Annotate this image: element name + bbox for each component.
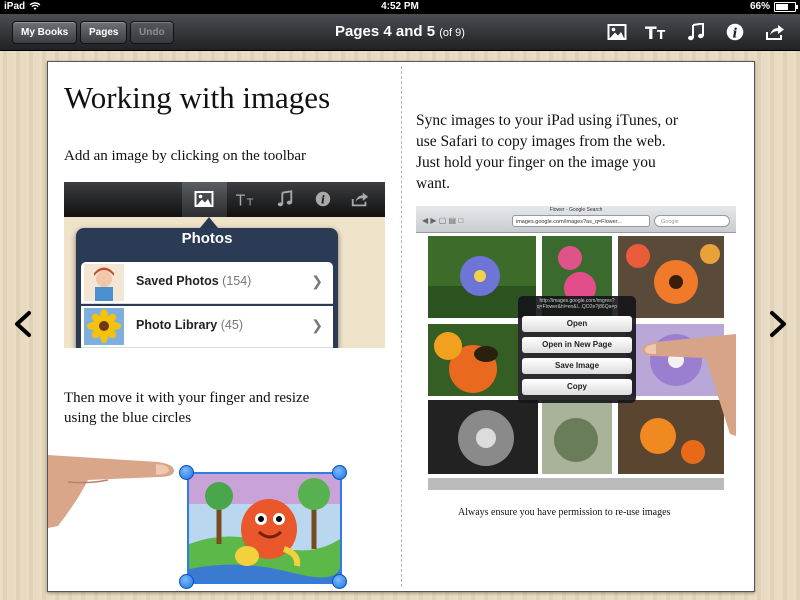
toolbar-screenshot-image[interactable]: T T i Photos Saved Photos (154) ❯ Photo … — [64, 182, 385, 348]
clock: 4:52 PM — [381, 1, 419, 12]
photo-library-label: Photo Library — [136, 318, 218, 332]
menu-save-image-button[interactable]: Save Image — [522, 358, 632, 374]
music-note-icon — [277, 190, 293, 207]
svg-text:T: T — [645, 24, 657, 41]
previous-page-arrow-icon[interactable] — [11, 310, 35, 338]
resize-handle-bottom-left[interactable] — [179, 574, 194, 589]
pages-button[interactable]: Pages — [80, 21, 128, 44]
battery-icon — [774, 1, 798, 12]
save-image-context-menu: http://images.google.com/imgres?q=Flower… — [518, 296, 636, 403]
sync-line-4: want. — [416, 175, 451, 192]
svg-text:T: T — [236, 192, 245, 208]
kids-drawing-image — [189, 474, 340, 582]
music-note-icon[interactable] — [686, 23, 706, 41]
info-icon[interactable]: i — [725, 23, 745, 41]
photo-library-count: (45) — [220, 318, 243, 332]
bee-marigold-thumbnail — [428, 324, 518, 396]
permission-caption: Always ensure you have permission to re-… — [458, 507, 671, 518]
photo-library-row[interactable]: Photo Library (45) ❯ — [81, 306, 333, 348]
finger-holding-image — [642, 334, 736, 436]
menu-open-button[interactable]: Open — [522, 316, 632, 332]
saved-photos-row[interactable]: Saved Photos (154) ❯ — [81, 262, 333, 304]
instruction-text-2-line-1: Then move it with your finger and resize — [64, 390, 310, 406]
instruction-text-2: Then move it with your finger and resize… — [64, 388, 309, 428]
page-heading: Working with images — [64, 80, 331, 115]
undo-button[interactable]: Undo — [130, 21, 174, 44]
browser-toolbar: Flower - Google Search ◀ ▶ ▢ ▤ □ images.… — [416, 206, 736, 233]
text-size-icon: T T — [236, 192, 254, 208]
share-icon — [351, 192, 369, 207]
book-spread: Working with images Add an image by clic… — [47, 61, 755, 592]
image-icon — [194, 191, 214, 207]
svg-text:T: T — [657, 28, 666, 41]
menu-copy-button[interactable]: Copy — [522, 379, 632, 395]
black-white-flower-thumbnail — [428, 400, 538, 474]
page-title-count: (of 9) — [439, 27, 465, 39]
page-title-main: Pages 4 and 5 — [335, 23, 436, 40]
saved-photos-count: (154) — [222, 274, 252, 288]
instruction-text-1: Add an image by clicking on the toolbar — [64, 148, 307, 164]
safari-screenshot-image[interactable]: Flower - Google Search ◀ ▶ ▢ ▤ □ images.… — [416, 206, 736, 491]
next-page-arrow-icon[interactable] — [766, 310, 790, 338]
browser-page-title: Flower - Google Search — [549, 207, 603, 213]
menu-open-new-page-button[interactable]: Open in New Page — [522, 337, 632, 353]
finger-pointing-image — [48, 455, 174, 528]
browser-nav-icons: ◀ ▶ ▢ ▤ □ — [422, 216, 464, 225]
photo-library-thumbnail — [84, 308, 124, 345]
shrub-thumbnail — [542, 400, 612, 474]
saved-photos-label: Saved Photos — [136, 274, 219, 288]
image-icon[interactable] — [607, 23, 627, 41]
screenshot-toolbar: T T i — [64, 182, 385, 217]
resize-handle-top-left[interactable] — [179, 465, 194, 480]
status-bar: iPad 4:52 PM 66% — [0, 0, 800, 14]
share-icon[interactable] — [764, 23, 786, 41]
popover-title: Photos — [181, 230, 233, 247]
sync-line-1: Sync images to your iPad using iTunes, o… — [416, 112, 679, 129]
instruction-text-2-line-2: using the blue circles — [64, 410, 192, 426]
chevron-right-icon: ❯ — [311, 273, 323, 289]
info-icon: i — [315, 191, 331, 207]
svg-text:i: i — [321, 194, 325, 207]
toolbar: My Books Pages Undo Pages 4 and 5 (of 9)… — [0, 14, 800, 51]
popover-arrow — [200, 217, 218, 228]
sync-line-3: Just hold your finger on the image you — [416, 154, 656, 171]
page-divider — [401, 66, 402, 587]
text-size-icon[interactable]: T T — [645, 23, 669, 41]
selected-drawing-image[interactable] — [187, 472, 342, 584]
photos-popover: Photos Saved Photos (154) ❯ Photo Librar… — [76, 228, 338, 348]
svg-text:T: T — [246, 197, 254, 208]
browser-url-field: images.google.com/images?as_q=Flower... — [512, 215, 650, 227]
resize-handle-bottom-right[interactable] — [332, 574, 347, 589]
svg-text:i: i — [733, 27, 738, 42]
browser-search-field: Google — [654, 215, 730, 227]
saved-photos-thumbnail — [84, 264, 124, 301]
my-books-button[interactable]: My Books — [12, 21, 78, 44]
battery-percent: 66% — [749, 1, 770, 12]
resize-handle-top-right[interactable] — [332, 465, 347, 480]
sync-line-2: use Safari to copy images from the web. — [416, 133, 666, 150]
more-thumbnails-row — [428, 478, 724, 490]
chevron-right-icon: ❯ — [311, 317, 323, 333]
menu-image-url: http://images.google.com/imgres?q=Flower… — [536, 298, 618, 310]
sync-instructions-text: Sync images to your iPad using iTunes, o… — [416, 110, 678, 194]
